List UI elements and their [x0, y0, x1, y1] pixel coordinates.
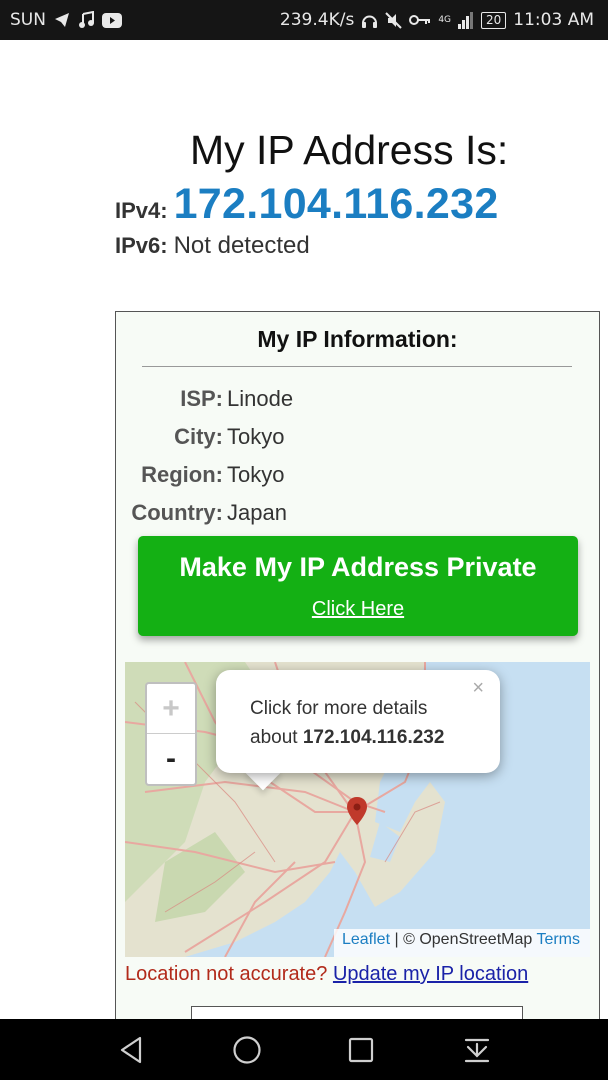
zoom-control: + - [145, 682, 197, 786]
ipv6-label: IPv6: [115, 233, 168, 258]
info-value: Japan [227, 500, 287, 525]
home-button[interactable] [207, 1019, 287, 1080]
popup-close-icon[interactable]: × [472, 674, 484, 703]
terms-link[interactable]: Terms [536, 931, 580, 948]
headset-icon [362, 15, 378, 28]
click-here-link[interactable]: Click Here [138, 598, 578, 621]
net-speed-label: 239.4K/s [279, 10, 355, 30]
battery-icon: 20 [481, 12, 507, 29]
popup-ip: 172.104.116.232 [302, 727, 445, 748]
battery-level: 20 [486, 13, 502, 27]
info-value: Tokyo [227, 462, 285, 487]
info-title: My IP Information: [257, 326, 458, 352]
info-key: ISP: [180, 386, 223, 411]
back-button[interactable] [91, 1019, 171, 1080]
popup-text: Click for more details about 172.104.116… [250, 694, 500, 752]
map-marker-icon[interactable] [346, 796, 368, 826]
map-attribution: Leaflet | © OpenStreetMap Terms [333, 929, 590, 957]
cta-title: Make My IP Address Private [179, 552, 537, 582]
info-row-isp: ISP: Linode [116, 380, 599, 418]
location-map[interactable]: + - × Click for more details about 172.1… [125, 662, 590, 957]
page-title: My IP Address Is: [190, 127, 509, 173]
osm-credit: | © OpenStreetMap [394, 931, 533, 948]
popup-prefix: about [250, 727, 298, 748]
zoom-in-button[interactable]: + [147, 684, 195, 734]
update-location-link[interactable]: Update my IP location [333, 963, 528, 985]
info-value: Linode [227, 386, 294, 411]
location-prompt: Location not accurate? [125, 963, 328, 985]
home-icon [233, 1035, 261, 1064]
chevron-down-icon [464, 1038, 490, 1062]
info-list: ISP: Linode City: Tokyo Region: Tokyo Co… [116, 380, 599, 532]
youtube-icon [101, 12, 122, 28]
make-ip-private-button[interactable]: Make My IP Address Private Click Here [138, 536, 578, 636]
ip-info-panel: My IP Information: ISP: Linode City: Tok… [115, 311, 600, 1071]
hide-nav-button[interactable] [437, 1019, 517, 1080]
info-key: Region: [141, 462, 223, 487]
recents-icon [348, 1037, 374, 1062]
key-icon [409, 15, 431, 25]
map-popup[interactable]: × Click for more details about 172.104.1… [216, 670, 500, 773]
info-value: Tokyo [227, 424, 285, 449]
back-icon [120, 1036, 142, 1063]
ipv4-value: 172.104.116.232 [173, 180, 499, 228]
info-row-region: Region: Tokyo [116, 456, 599, 494]
ipv4-label: IPv4: [115, 198, 168, 223]
zoom-out-button[interactable]: - [147, 734, 195, 784]
ipv6-row: IPv6: Not detected [115, 232, 310, 260]
music-icon [78, 11, 94, 28]
popup-line-1: Click for more details [250, 698, 428, 719]
telegram-icon [54, 13, 69, 27]
popup-line-2: about 172.104.116.232 [250, 723, 500, 752]
ipv6-value: Not detected [173, 232, 310, 259]
ipv4-row: IPv4: 172.104.116.232 [115, 180, 499, 229]
navigation-bar [0, 1019, 608, 1080]
network-type: 4G [438, 15, 452, 25]
recents-button[interactable] [321, 1019, 401, 1080]
carrier-label: SUN [10, 10, 46, 30]
info-key: Country: [131, 500, 223, 525]
location-accuracy-row: Location not accurate? Update my IP loca… [125, 963, 528, 986]
clock: 11:03 AM [513, 10, 594, 30]
signal-icon [458, 12, 474, 29]
info-row-country: Country: Japan [116, 494, 599, 532]
status-bar: SUN 239.4K/s 4G 20 11:03 AM [0, 0, 608, 40]
page: SUN 239.4K/s 4G 20 11:03 AM My IP Addres… [0, 0, 608, 1080]
mute-icon [385, 11, 403, 29]
divider [142, 366, 572, 367]
info-row-city: City: Tokyo [116, 418, 599, 456]
leaflet-link[interactable]: Leaflet [342, 931, 390, 948]
info-key: City: [174, 424, 223, 449]
